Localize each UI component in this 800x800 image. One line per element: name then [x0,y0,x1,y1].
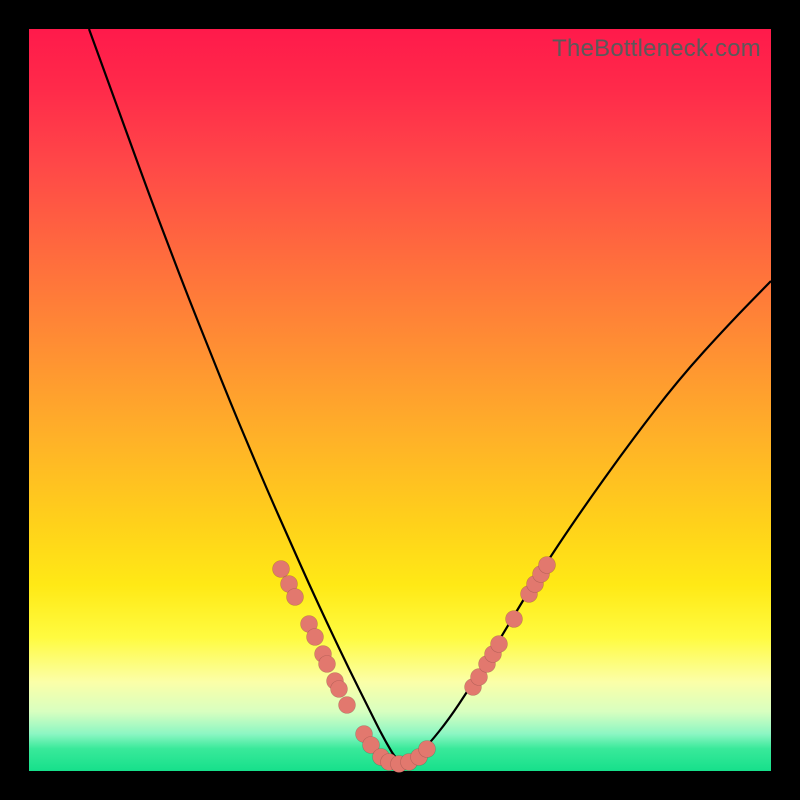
plot-area: TheBottleneck.com [29,29,771,771]
chart-frame: TheBottleneck.com [0,0,800,800]
bottleneck-curve [29,29,771,771]
curve-markers [273,557,556,773]
